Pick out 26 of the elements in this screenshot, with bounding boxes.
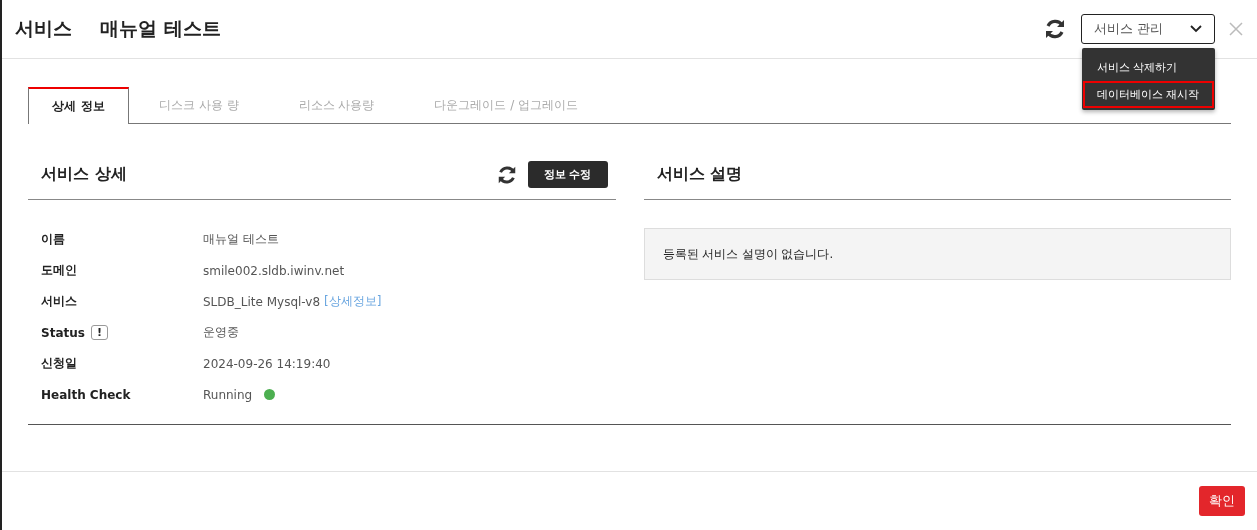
edit-button[interactable]: 정보 수정 — [527, 161, 608, 188]
menu-item[interactable]: 데이터베이스 재시작 — [1083, 81, 1214, 108]
confirm-button[interactable]: 확인 — [1199, 486, 1245, 516]
tab[interactable]: 상세 정보 — [28, 87, 129, 124]
field-value: smile002.sldb.iwinv.net — [203, 263, 345, 278]
manage-select[interactable]: 서비스 관리 — [1081, 14, 1215, 44]
info-badge[interactable]: ! — [90, 325, 108, 340]
field-label: 신청일 — [41, 355, 77, 372]
chevron-icon — [1190, 25, 1202, 33]
field-label: 서비스 — [41, 293, 77, 310]
section-title: 서비스 설명 — [656, 164, 743, 185]
field-value: SLDB_Lite Mysql-v8 — [203, 294, 321, 309]
description-text: 등록된 서비스 설명이 없습니다. — [662, 246, 834, 262]
field-value: 매뉴얼 테스트 — [203, 231, 279, 248]
field-value: 2024-09-26 14:19:40 — [203, 356, 331, 371]
section-title: 서비스 상세 — [41, 164, 127, 185]
field-label: Status — [41, 325, 85, 340]
window-title: 서비스 — [15, 16, 72, 41]
refresh-icon[interactable] — [1043, 17, 1067, 41]
field-label: 이름 — [41, 231, 65, 248]
field-label: Health Check — [41, 387, 131, 402]
service-name: 매뉴얼 테스트 — [100, 16, 221, 41]
field-value: 운영중 — [203, 324, 239, 341]
field-value: Running — [203, 387, 253, 402]
menu-item[interactable]: 서비스 삭제하기 — [1083, 54, 1214, 81]
field-label: 도메인 — [41, 262, 77, 279]
